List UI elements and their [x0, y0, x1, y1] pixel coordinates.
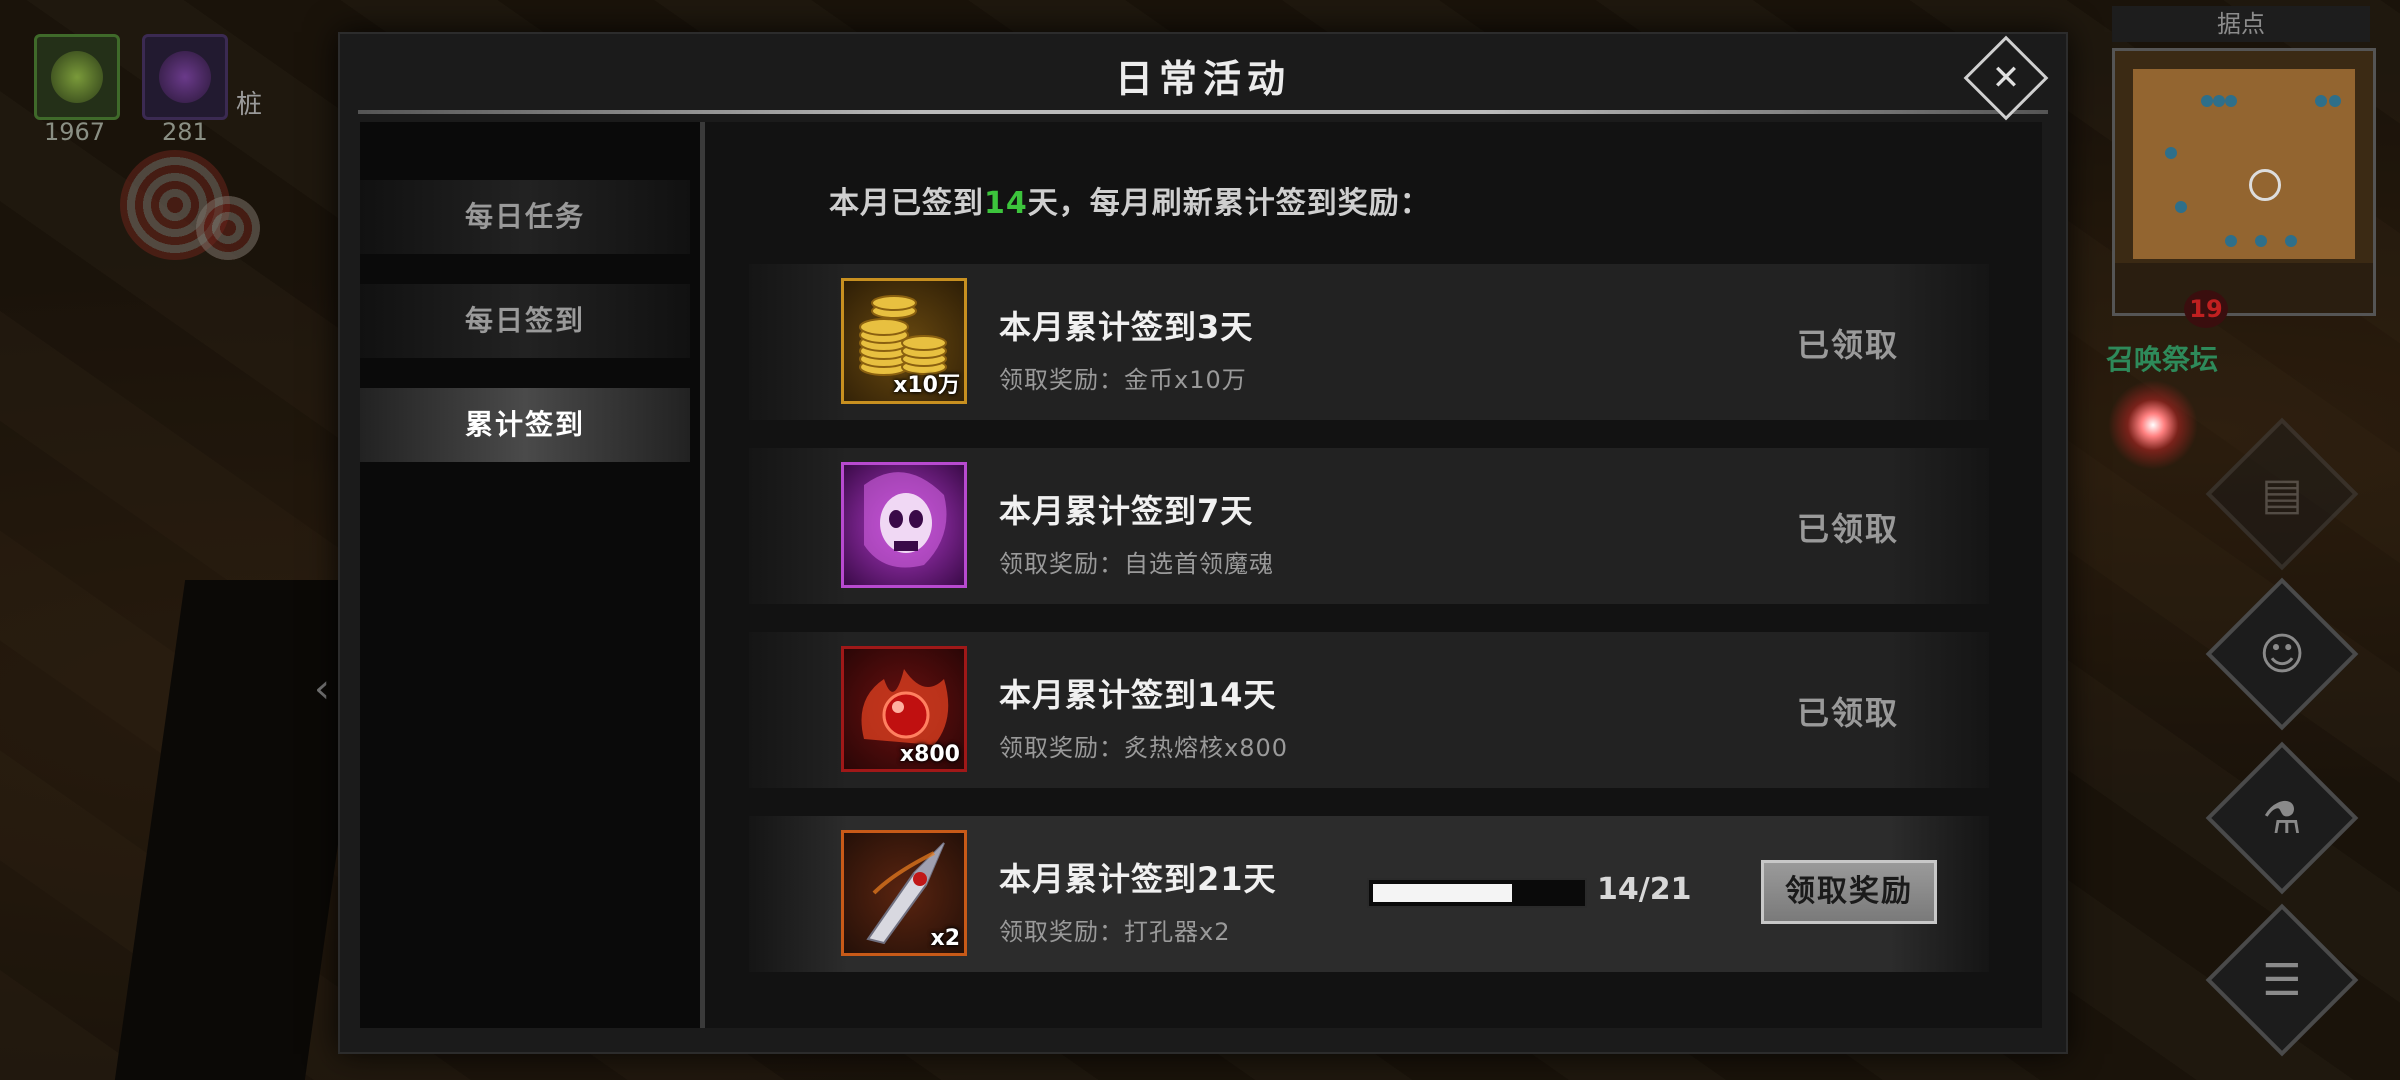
reward-panel: 本月已签到14天，每月刷新累计签到奖励： x10万 本月累计签到3天 领取奖励：… [705, 122, 2042, 1028]
reward-title: 本月累计签到7天 [999, 492, 1254, 530]
claimed-status: 已领取 [1797, 510, 1900, 548]
minimap-marker [2213, 95, 2225, 107]
minimap-marker [2165, 147, 2177, 159]
minimap-marker [2225, 95, 2237, 107]
reward-row: x10万 本月累计签到3天 领取奖励：金币x10万 已领取 [749, 264, 1989, 420]
summary-suffix: 天，每月刷新累计签到奖励： [1027, 186, 1431, 221]
hud-tag: 桩 [236, 90, 263, 120]
checkin-summary: 本月已签到14天，每月刷新累计签到奖励： [829, 178, 1431, 222]
reward-row: x2 本月累计签到21天 领取奖励：打孔器x2 14/21 领取奖励 [749, 816, 1989, 972]
minimap-marker [2201, 95, 2213, 107]
dark-feather-icon [159, 51, 211, 103]
minimap-marker [2329, 95, 2341, 107]
skull-graphic [864, 472, 947, 568]
people-icon: ☺ [2259, 628, 2305, 680]
reward-title: 本月累计签到3天 [999, 308, 1254, 346]
scroll-icon: ▤ [2261, 468, 2303, 520]
claimed-status: 已领取 [1797, 326, 1900, 364]
close-icon: ✕ [1991, 58, 2021, 98]
minimap-marker [2175, 201, 2187, 213]
tab-panel: 每日任务 每日签到 累计签到 [360, 122, 700, 1028]
reward-description: 领取奖励：炙热熔核x800 [999, 734, 1289, 762]
dialog-title: 日常活动 [1114, 57, 1291, 101]
chevron-left-icon[interactable]: ‹ [314, 666, 330, 712]
title-divider [358, 110, 2048, 114]
progress-text: 14/21 [1597, 872, 1692, 907]
minimap-marker [2255, 235, 2267, 247]
reward-title: 本月累计签到14天 [999, 676, 1277, 714]
minimap-title: 据点 [2112, 6, 2370, 42]
minimap-badge: 19 [2184, 290, 2228, 328]
flask-icon: ⚗ [2262, 792, 2302, 844]
tab-daily-checkin[interactable]: 每日签到 [360, 284, 690, 358]
glow-effect [2108, 380, 2198, 470]
gold-coins-icon[interactable]: x10万 [841, 278, 967, 404]
feather-icon [51, 51, 103, 103]
reward-quantity: x10万 [893, 373, 960, 398]
reward-description: 领取奖励：自选首领魔魂 [999, 550, 1274, 578]
summary-prefix: 本月已签到 [829, 186, 984, 221]
tab-daily-tasks[interactable]: 每日任务 [360, 180, 690, 254]
reward-description: 领取奖励：打孔器x2 [999, 918, 1231, 946]
player-marker-icon [2249, 169, 2281, 201]
hud-item-slot[interactable] [142, 34, 228, 120]
reward-quantity: x800 [899, 742, 960, 767]
molten-core-icon[interactable]: x800 [841, 646, 967, 772]
reward-row: x800 本月累计签到14天 领取奖励：炙热熔核x800 已领取 [749, 632, 1989, 788]
altar-label[interactable]: 召唤祭坛 [2106, 338, 2218, 378]
minimap-marker [2225, 235, 2237, 247]
drill-blade-icon[interactable]: x2 [841, 830, 967, 956]
claim-reward-button[interactable]: 领取奖励 [1761, 860, 1937, 924]
minimap-marker [2315, 95, 2327, 107]
reward-description: 领取奖励：金币x10万 [999, 366, 1247, 394]
tab-cumulative-checkin[interactable]: 累计签到 [360, 388, 690, 462]
claimed-status: 已领取 [1797, 694, 1900, 732]
progress-fill [1373, 884, 1512, 902]
reward-row: 本月累计签到7天 领取奖励：自选首领魔魂 已领取 [749, 448, 1989, 604]
checkin-progress-bar [1367, 878, 1587, 908]
summary-days: 14 [984, 186, 1028, 221]
skull-soul-icon[interactable] [841, 462, 967, 588]
hud-slot-count: 1967 [44, 118, 106, 146]
minimap-bottom [2115, 263, 2373, 313]
reward-quantity: x2 [930, 926, 961, 951]
hud-item-slot[interactable] [34, 34, 120, 120]
minimap[interactable] [2112, 48, 2376, 316]
reward-title: 本月累计签到21天 [999, 860, 1277, 898]
daily-activity-dialog: 日常活动 ✕ 每日任务 每日签到 累计签到 本月已签到14天，每月刷新累计签到奖… [338, 32, 2068, 1054]
list-icon: ☰ [2262, 954, 2302, 1006]
minimap-marker [2285, 235, 2297, 247]
hud-slot-count: 281 [162, 118, 208, 146]
